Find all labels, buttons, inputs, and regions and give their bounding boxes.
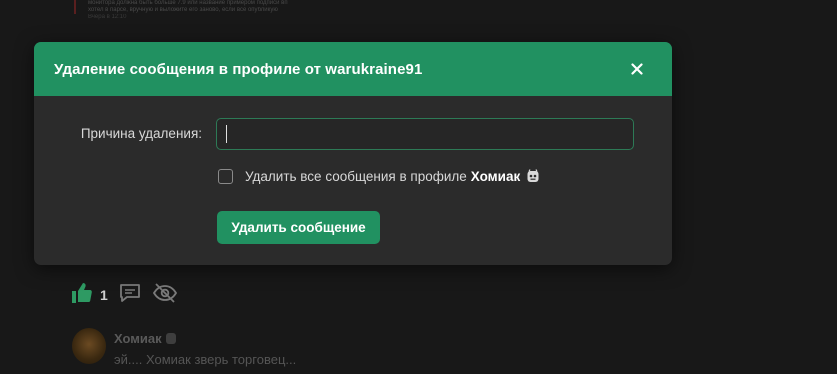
post-text-line: монитора должна быть больше 7.9 или назв…: [88, 0, 288, 6]
dialog-title: Удаление сообщения в профиле от warukrai…: [54, 60, 423, 78]
avatar[interactable]: [72, 328, 106, 364]
close-icon: [631, 63, 643, 75]
post-actions: 1: [70, 280, 178, 310]
delete-all-checkbox[interactable]: [218, 168, 233, 184]
delete-all-label-text: Удалить все сообщения в профиле: [245, 168, 467, 184]
likes-count: 1: [100, 287, 108, 303]
delete-all-checkbox-row[interactable]: Удалить все сообщения в профиле Хомиак: [218, 167, 540, 185]
profile-user-name: Хомиак: [470, 168, 521, 184]
close-button[interactable]: [626, 58, 648, 80]
background-post-text: монитора должна быть больше 7.9 или назв…: [88, 0, 388, 21]
background-comment: Хомиак эй.... Хомиак зверь торговец...: [72, 326, 392, 374]
post-text-line: хотел в парсе, вручную и выложите его за…: [88, 7, 278, 13]
dialog-header: Удаление сообщения в профиле от warukrai…: [34, 42, 672, 96]
reason-label: Причина удаления:: [80, 126, 202, 141]
thumbs-up-icon[interactable]: [70, 282, 94, 309]
eye-off-icon[interactable]: [152, 282, 178, 309]
post-accent-line: [74, 0, 76, 14]
text-caret: [226, 125, 227, 143]
user-badge-icon: [526, 168, 540, 184]
delete-message-dialog: Удаление сообщения в профиле от warukrai…: [34, 42, 672, 265]
comment-author-name: Хомиак: [114, 331, 162, 346]
reason-row: Причина удаления:: [34, 118, 672, 150]
comment-text: эй.... Хомиак зверь торговец...: [114, 352, 297, 367]
post-date: Вчера в 12:10: [88, 14, 127, 20]
comment-icon[interactable]: [118, 282, 142, 309]
user-badge-icon: [165, 333, 176, 344]
comment-author[interactable]: Хомиак: [114, 331, 176, 346]
delete-message-button[interactable]: Удалить сообщение: [217, 211, 380, 244]
delete-all-label[interactable]: Удалить все сообщения в профиле Хомиак: [245, 169, 520, 184]
reason-input[interactable]: [216, 118, 634, 150]
